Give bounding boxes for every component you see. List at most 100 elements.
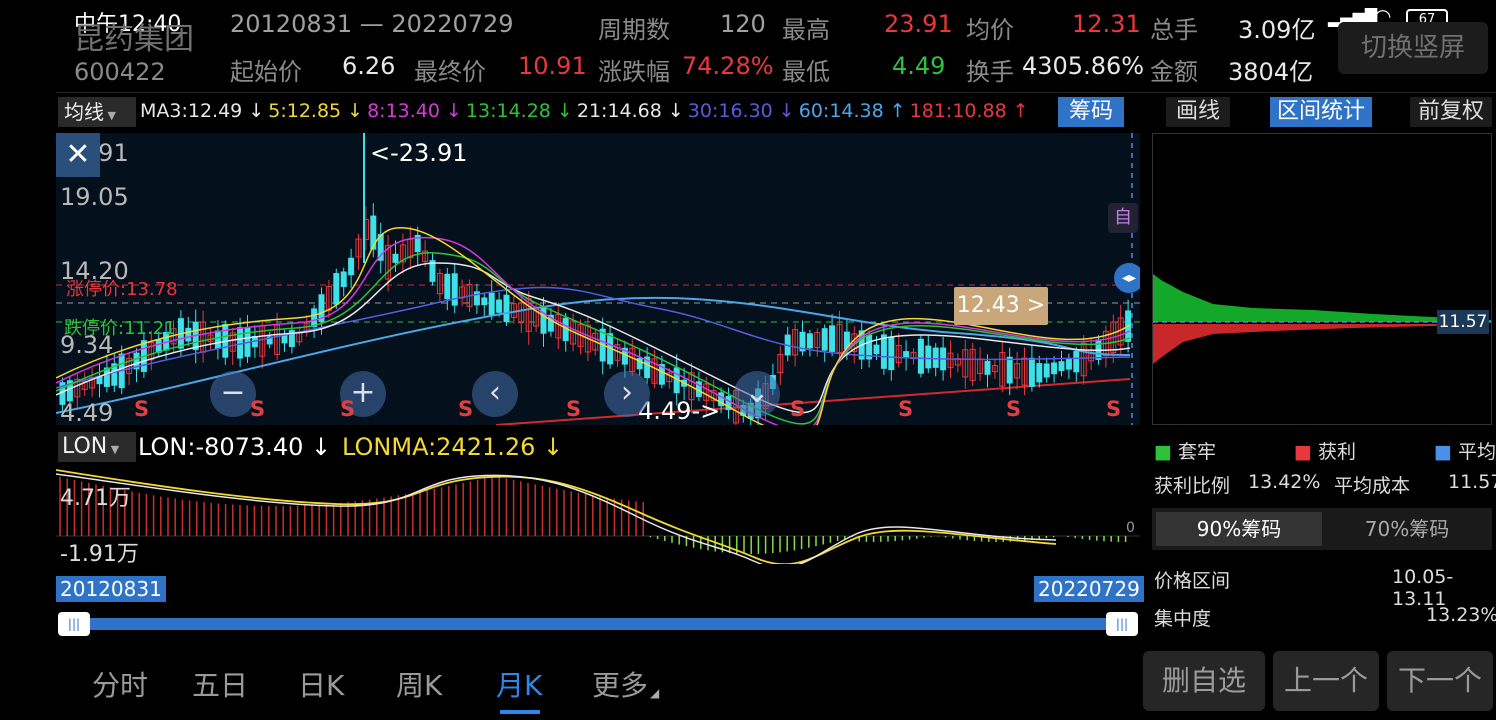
- candle: [1036, 363, 1043, 383]
- candle: [984, 360, 991, 375]
- tab-weekly-k[interactable]: 周K: [396, 664, 442, 704]
- candle: [348, 257, 355, 276]
- slider-left-handle[interactable]: |||: [58, 612, 90, 636]
- candle: [333, 273, 340, 305]
- tab-more[interactable]: 更多: [592, 664, 648, 704]
- tab-daily-k[interactable]: 日K: [298, 664, 344, 704]
- tab-monthly-k[interactable]: 月K: [496, 664, 542, 704]
- range-slider-track[interactable]: [58, 618, 1138, 630]
- y-label-4: 4.49: [60, 399, 114, 425]
- legend-trapped: ■ 套牢: [1154, 441, 1217, 463]
- date-range: 20120831 — 20220729: [230, 10, 514, 38]
- candle: [806, 333, 813, 349]
- candle: [503, 294, 510, 323]
- candle: [496, 299, 503, 313]
- tab-five-day[interactable]: 五日: [192, 664, 248, 704]
- chevron-right-icon[interactable]: ›: [604, 371, 650, 417]
- candle: [451, 273, 458, 306]
- ma-values: MA3:12.49 ↓ 5:12.85 ↓ 8:13.40 ↓ 13:14.28 ↓ 2…: [140, 100, 1033, 122]
- ma-value: 181:10.88 ↑: [909, 100, 1029, 122]
- next-button[interactable]: 下一个: [1387, 651, 1493, 711]
- lon-y-bottom: -1.91万: [60, 542, 139, 564]
- candle: [103, 367, 110, 387]
- s-marker: S: [340, 397, 356, 421]
- tab-90-chips[interactable]: 90%筹码: [1156, 512, 1322, 546]
- price-bubble[interactable]: 12.43 >: [954, 287, 1048, 325]
- chevron-down-icon[interactable]: ⌄: [734, 371, 780, 417]
- y-label-1: 19.05: [60, 183, 129, 211]
- adjust-button[interactable]: 前复权: [1410, 97, 1492, 127]
- chip-button[interactable]: 筹码: [1058, 97, 1124, 127]
- switch-portrait-button[interactable]: 切换竖屏: [1338, 22, 1488, 74]
- auto-button[interactable]: 自: [1108, 203, 1138, 233]
- legend-profit: ■ 获利: [1294, 441, 1357, 463]
- amount-value: 3804亿: [1228, 58, 1314, 86]
- candle: [880, 334, 887, 369]
- candle: [925, 345, 932, 369]
- candle: [237, 327, 244, 359]
- ma-value: 5:12.85 ↓: [268, 100, 364, 122]
- chip-svg: [1153, 274, 1491, 364]
- chevron-left-icon[interactable]: ‹: [472, 371, 518, 417]
- s-marker: S: [898, 397, 914, 421]
- interval-stats-button[interactable]: 区间统计: [1270, 97, 1372, 127]
- limit-down-label: 跌停价:11.21: [64, 318, 176, 339]
- concentration-label: 集中度: [1154, 608, 1212, 630]
- slider-end-date: 20220729: [1034, 576, 1144, 602]
- high-marker: <-23.91: [370, 139, 468, 167]
- tab-70-chips[interactable]: 70%筹码: [1324, 512, 1490, 546]
- lonma-value: LONMA:2421.26 ↓: [342, 433, 564, 461]
- candle: [888, 336, 895, 371]
- low-marker: 4.49->: [638, 397, 721, 425]
- lon-y-top: 4.71万: [60, 486, 131, 511]
- candle: [481, 297, 488, 306]
- price-range-label: 价格区间: [1154, 570, 1231, 592]
- ma-value: 30:16.30 ↓: [687, 100, 795, 122]
- candle: [1065, 358, 1072, 370]
- chip-price-badge: 11.57: [1437, 310, 1489, 334]
- ma-value: 21:14.68 ↓: [576, 100, 684, 122]
- volume-value: 3.09亿: [1238, 16, 1316, 44]
- low-value: 4.49: [892, 52, 946, 80]
- candle: [488, 292, 495, 316]
- close-icon[interactable]: ✕: [56, 133, 100, 177]
- candle: [155, 339, 162, 353]
- tab-intraday[interactable]: 分时: [92, 664, 148, 704]
- high-label: 最高: [782, 16, 830, 44]
- periods-value: 120: [720, 10, 766, 38]
- s-marker: S: [1006, 397, 1022, 421]
- candle: [340, 271, 347, 287]
- candle: [821, 328, 828, 351]
- lon-zero: 0: [1126, 520, 1135, 536]
- candle: [185, 327, 192, 342]
- ma-selector-label: 均线: [64, 100, 104, 124]
- candle: [392, 253, 399, 263]
- previous-button[interactable]: 上一个: [1273, 651, 1379, 711]
- s-marker: S: [566, 397, 582, 421]
- slider-start-date: 20120831: [56, 576, 166, 602]
- draw-line-button[interactable]: 画线: [1166, 97, 1230, 127]
- slider-right-handle[interactable]: |||: [1106, 612, 1138, 636]
- remove-watchlist-button[interactable]: 删自选: [1143, 651, 1265, 711]
- lon-value: LON:-8073.40 ↓: [138, 433, 332, 461]
- change-value: 74.28%: [682, 52, 774, 80]
- avg-label: 均价: [966, 16, 1014, 44]
- drag-handle-icon[interactable]: ◂▸: [1114, 263, 1140, 293]
- tab-active-indicator: [500, 710, 540, 714]
- profit-ratio-label: 获利比例: [1154, 475, 1231, 497]
- end-label: 最终价: [414, 58, 486, 86]
- ma-selector[interactable]: 均线 ▼: [58, 97, 136, 127]
- low-label: 最低: [782, 58, 830, 86]
- s-marker: S: [1106, 397, 1122, 421]
- kline-chart[interactable]: 23.91 19.05 14.20 9.34 4.49 涨停价:13.78 跌停…: [56, 133, 1140, 425]
- candle: [1073, 351, 1080, 373]
- chevron-down-icon: ▼: [107, 443, 120, 456]
- lon-chart[interactable]: 4.71万 -1.91万 0: [56, 466, 1140, 564]
- chip-tabs: 90%筹码 70%筹码: [1152, 508, 1492, 550]
- avg-cost-value: 11.57: [1448, 471, 1496, 493]
- start-value: 6.26: [342, 52, 396, 80]
- s-marker: S: [134, 397, 150, 421]
- indicator-selector[interactable]: LON ▼: [58, 432, 136, 462]
- stock-name: 昆药集团: [74, 22, 194, 57]
- candle: [540, 306, 547, 334]
